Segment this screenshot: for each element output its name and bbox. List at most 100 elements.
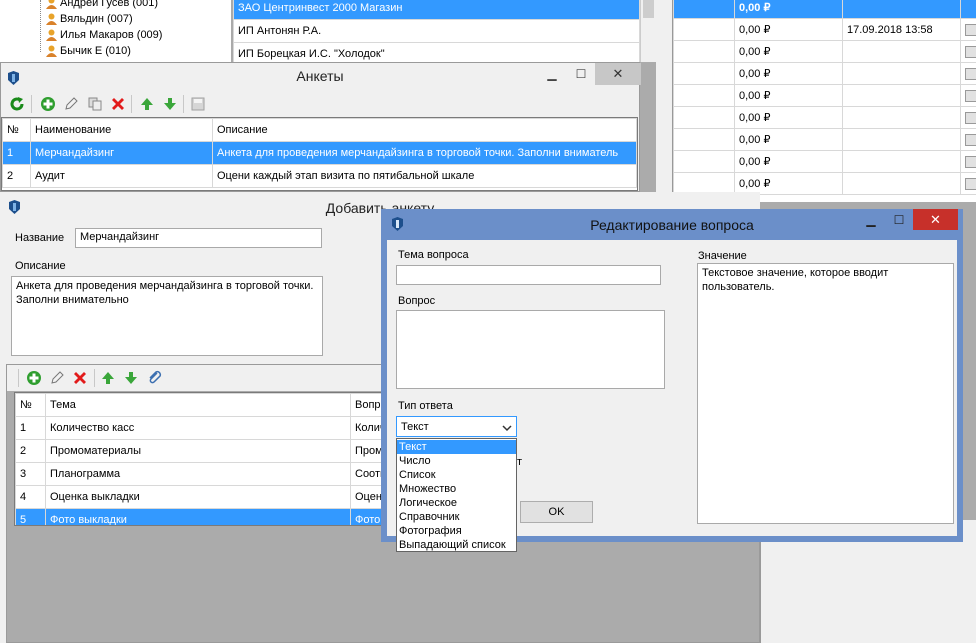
copy-icon[interactable]: [87, 96, 103, 112]
refresh-icon[interactable]: [9, 96, 25, 112]
arrow-down-icon[interactable]: [123, 370, 139, 386]
dropdown-option[interactable]: Логическое: [397, 496, 516, 510]
survey-row[interactable]: 1 Мерчандайзинг Анкета для проведения ме…: [2, 141, 637, 165]
tree-item[interactable]: Вяльдин (007): [46, 11, 133, 27]
grid-row[interactable]: 0,00 ₽: [673, 150, 976, 173]
tree-item[interactable]: Илья Макаров (009): [46, 27, 162, 43]
dropdown-option[interactable]: Множество: [397, 482, 516, 496]
clients-scrollbar[interactable]: [640, 0, 656, 62]
answer-type-select[interactable]: Текст: [396, 416, 517, 437]
close-button[interactable]: ✕: [913, 209, 958, 230]
client-row[interactable]: ЗАО Центринвест 2000 Магазин: [233, 0, 640, 20]
person-icon: [46, 13, 57, 26]
question-row[interactable]: 3ПланограммаСоотв: [15, 462, 382, 486]
grid-row[interactable]: 0,00 ₽: [673, 128, 976, 151]
tree-connector-line: [40, 0, 41, 52]
grid-row[interactable]: 0,00 ₽: [673, 62, 976, 85]
grid-row[interactable]: 0,00 ₽: [673, 84, 976, 107]
surveys-header-row: № Наименование Описание: [2, 118, 637, 142]
row-button[interactable]: [965, 133, 976, 146]
ok-button[interactable]: OK: [520, 501, 593, 523]
client-row[interactable]: ИП Антонян Р.А.: [233, 19, 640, 43]
maximize-button[interactable]: ☐: [885, 209, 913, 231]
arrow-down-icon[interactable]: [162, 96, 178, 112]
column-header-question[interactable]: Вопр: [350, 393, 382, 417]
question-row[interactable]: 2ПромоматериалыПромо: [15, 439, 382, 463]
add-icon[interactable]: [40, 96, 56, 112]
row-button[interactable]: [965, 155, 976, 168]
answer-type-dropdown: Текст Число Список Множество Логическое …: [396, 438, 517, 552]
question-row[interactable]: 1Количество кассКолич: [15, 416, 382, 440]
question-text: Оцени: [350, 485, 382, 509]
row-button[interactable]: [965, 67, 976, 80]
maximize-button[interactable]: ☐: [567, 63, 595, 85]
add-icon[interactable]: [26, 370, 42, 386]
client-row[interactable]: ИП Борецкая И.С. "Холодок": [233, 42, 640, 62]
name-input[interactable]: Мерчандайзинг: [75, 228, 322, 248]
dropdown-option[interactable]: Число: [397, 454, 516, 468]
arrow-up-icon[interactable]: [100, 370, 116, 386]
questions-header-row: № Тема Вопр: [15, 393, 382, 417]
grid-row[interactable]: 0,00 ₽: [673, 0, 976, 19]
questions-grid: № Тема Вопр 1Количество кассКолич 2Промо…: [14, 392, 383, 526]
date-cell: [842, 84, 961, 107]
answer-type-selected: Текст: [401, 421, 429, 433]
toolbar-separator: [131, 95, 132, 113]
row-button[interactable]: [965, 45, 976, 58]
dropdown-option[interactable]: Фотография: [397, 524, 516, 538]
tree-item[interactable]: Бычик Е (010): [46, 43, 131, 59]
grid-row[interactable]: 0,00 ₽: [673, 40, 976, 63]
tree-item-label: Илья Макаров (009): [60, 29, 163, 41]
survey-name: Мерчандайзинг: [30, 141, 213, 165]
minimize-button[interactable]: ▁: [857, 209, 885, 231]
scroll-thumb[interactable]: [643, 0, 654, 18]
tree-item-label: Бычик Е (010): [60, 45, 131, 57]
amount-cell: 0,00 ₽: [734, 106, 843, 129]
edit-icon[interactable]: [49, 370, 65, 386]
toolbar-separator: [31, 95, 32, 113]
tree-item[interactable]: Андрей Гусев (001): [46, 0, 158, 11]
column-header-num[interactable]: №: [15, 393, 46, 417]
column-header-name[interactable]: Наименование: [30, 118, 213, 142]
chevron-down-icon: [502, 425, 512, 432]
topic-input[interactable]: [396, 265, 661, 285]
date-cell: [842, 128, 961, 151]
amount-cell: 0,00 ₽: [734, 40, 843, 63]
delete-icon[interactable]: [110, 96, 126, 112]
minimize-button[interactable]: ▁: [538, 63, 566, 85]
arrow-up-icon[interactable]: [139, 96, 155, 112]
close-button[interactable]: ✕: [595, 63, 641, 85]
dropdown-option[interactable]: Список: [397, 468, 516, 482]
column-header-description[interactable]: Описание: [212, 118, 637, 142]
column-header-num[interactable]: №: [2, 118, 31, 142]
clients-list: ЗАО Центринвест 2000 Магазин ИП Антонян …: [232, 0, 640, 62]
paperclip-icon[interactable]: [147, 370, 163, 386]
surveys-titlebar: Анкеты ▁ ☐ ✕: [1, 63, 641, 89]
description-input[interactable]: Анкета для проведения мерчандайзинга в т…: [11, 276, 323, 356]
save-icon[interactable]: [190, 96, 206, 112]
question-input[interactable]: [396, 310, 665, 389]
person-icon: [46, 45, 57, 58]
tree-item-label: Андрей Гусев (001): [60, 0, 159, 9]
amount-cell: 0,00 ₽: [734, 84, 843, 107]
row-button[interactable]: [965, 89, 976, 102]
row-button[interactable]: [965, 23, 976, 36]
grid-row[interactable]: 0,00 ₽17.09.2018 13:58: [673, 18, 976, 41]
question-row[interactable]: 5 Фото выкладки Фото: [15, 508, 382, 525]
dropdown-option[interactable]: Справочник: [397, 510, 516, 524]
survey-row[interactable]: 2 Аудит Оцени каждый этап визита по пяти…: [2, 164, 637, 188]
question-row[interactable]: 4Оценка выкладкиОцени: [15, 485, 382, 509]
date-cell: [842, 0, 961, 19]
dropdown-option[interactable]: Текст: [397, 440, 516, 454]
row-button[interactable]: [965, 177, 976, 190]
question-topic: Количество касс: [45, 416, 351, 440]
edit-icon[interactable]: [63, 96, 79, 112]
value-textarea[interactable]: Текстовое значение, которое вводит польз…: [697, 263, 954, 524]
row-button[interactable]: [965, 111, 976, 124]
delete-icon[interactable]: [72, 370, 88, 386]
survey-num: 1: [2, 141, 31, 165]
grid-row[interactable]: 0,00 ₽: [673, 106, 976, 129]
amount-cell: 0,00 ₽: [734, 0, 843, 19]
dropdown-option[interactable]: Выпадающий список: [397, 538, 516, 552]
column-header-topic[interactable]: Тема: [45, 393, 351, 417]
